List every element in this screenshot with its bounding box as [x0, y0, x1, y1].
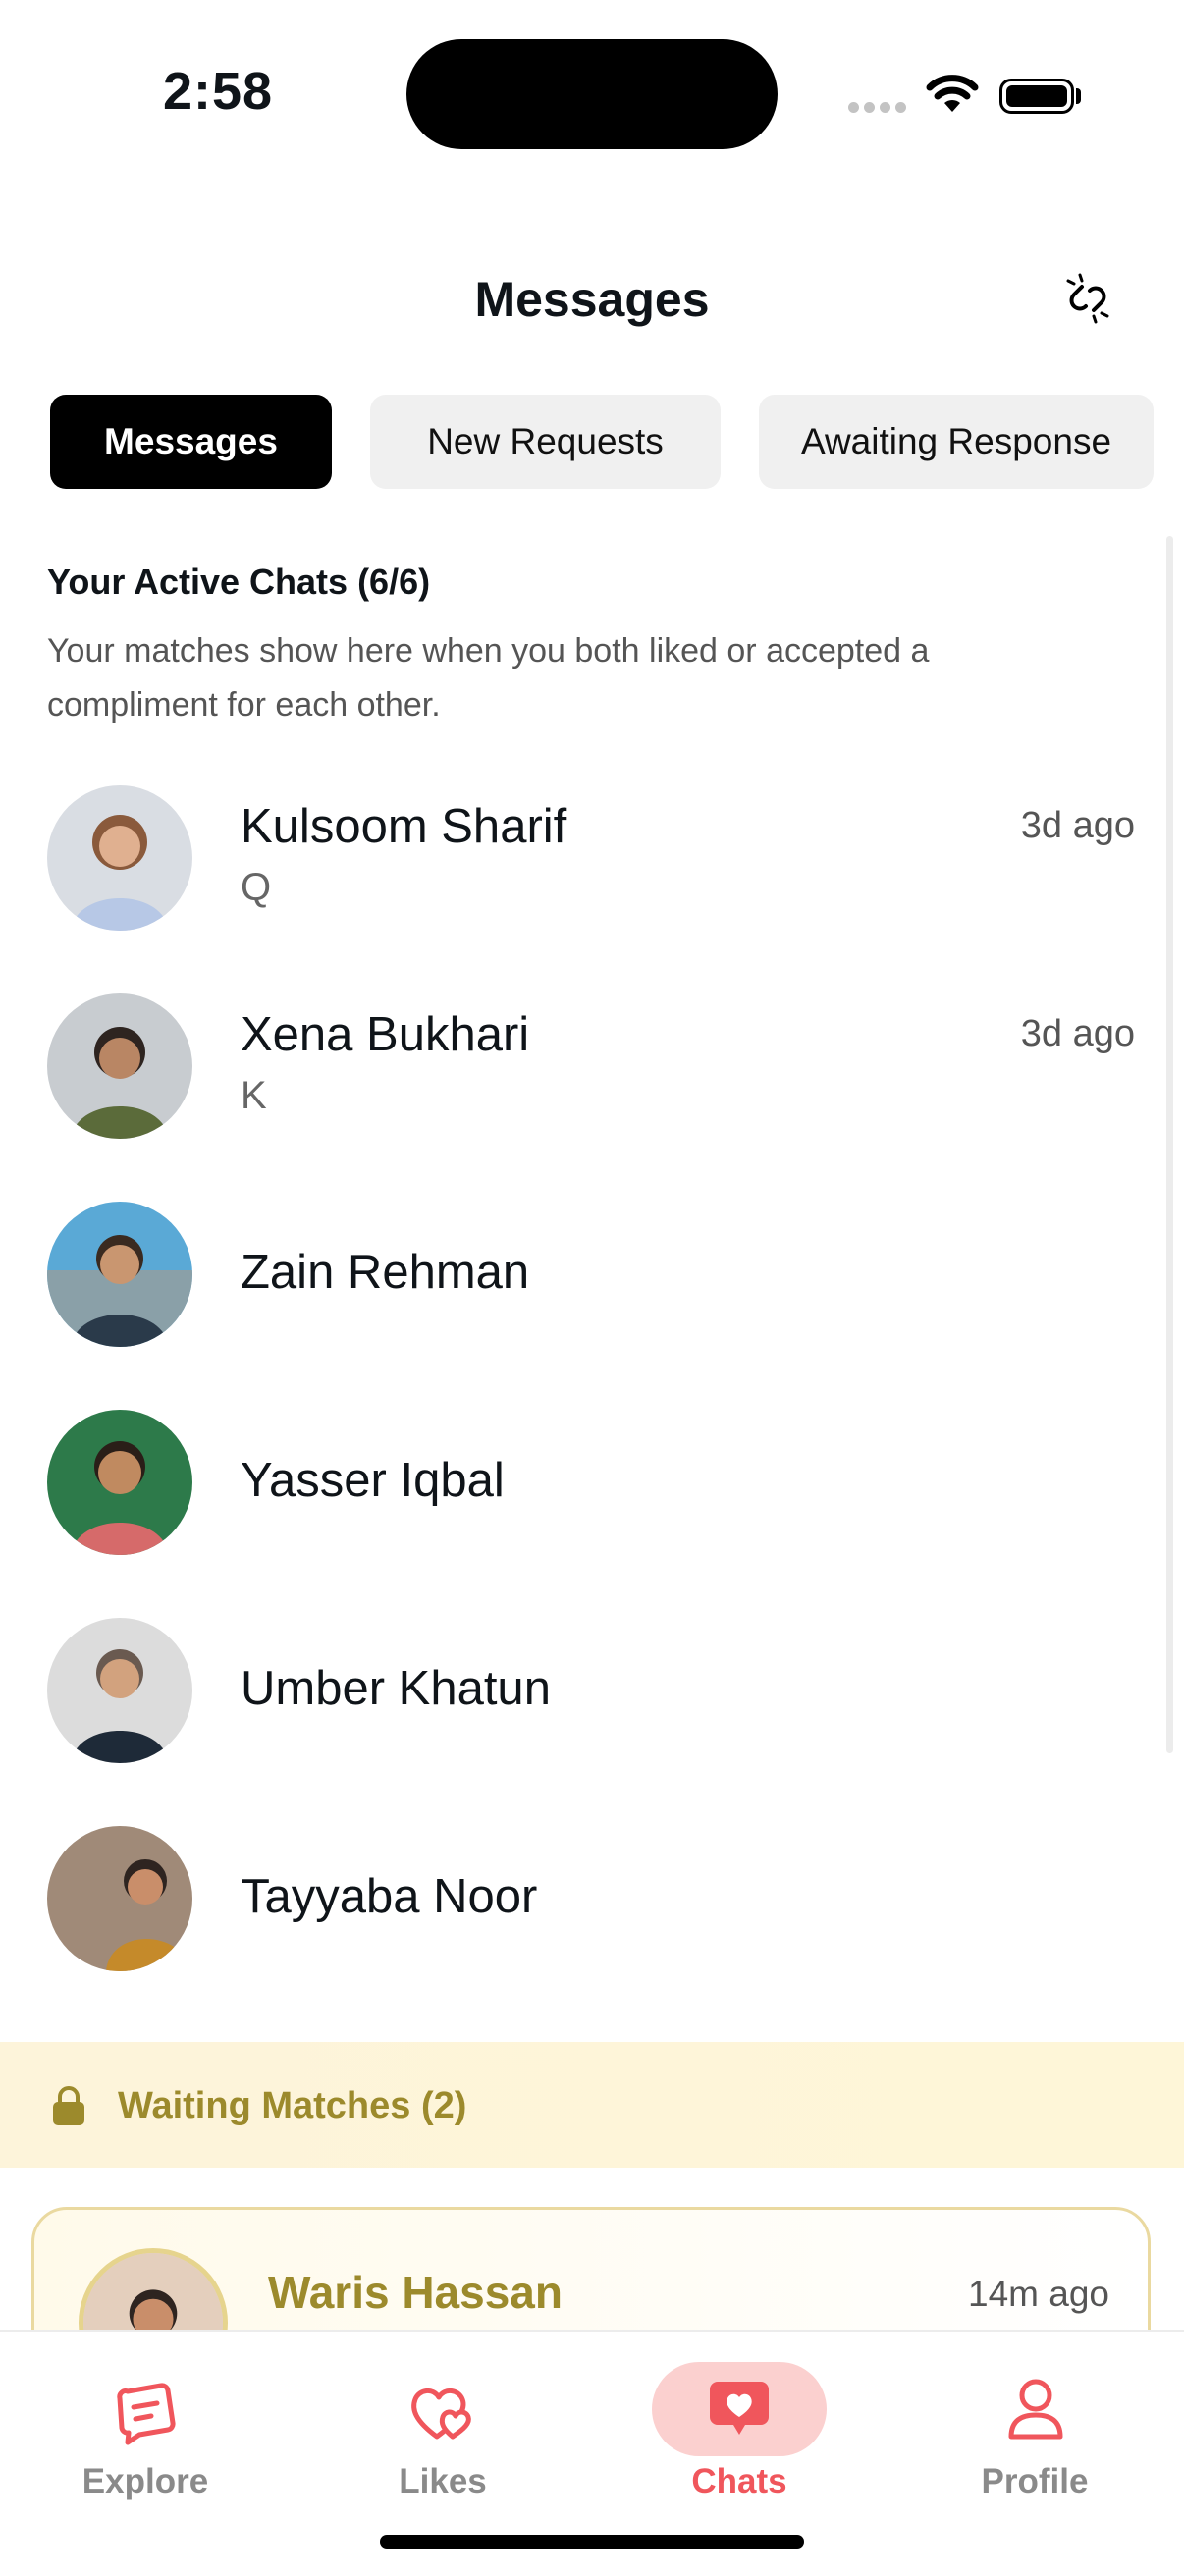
waiting-match-time: 14m ago: [968, 2274, 1109, 2314]
chat-name: Yasser Iqbal: [241, 1454, 505, 1507]
chat-time: 3d ago: [1020, 1013, 1135, 1054]
likes-icon: [411, 2388, 471, 2440]
avatar: [47, 1410, 192, 1555]
section-title: Your Active Chats (6/6): [47, 562, 431, 602]
waiting-matches-label: Waiting Matches (2): [118, 2085, 467, 2126]
home-indicator[interactable]: [380, 2535, 804, 2549]
chat-name: Kulsoom Sharif: [241, 800, 567, 853]
chat-last-message: K: [241, 1074, 267, 1117]
battery-cap: [1076, 88, 1081, 104]
page-title: Messages: [474, 272, 710, 327]
nav-likes-label: Likes: [399, 2462, 487, 2500]
chat-name: Tayyaba Noor: [241, 1870, 538, 1923]
battery-icon: [999, 79, 1074, 114]
chat-name: Umber Khatun: [241, 1662, 551, 1715]
nav-explore-label: Explore: [81, 2462, 209, 2500]
waiting-match-name: Waris Hassan: [268, 2267, 563, 2318]
chat-time: 3d ago: [1020, 805, 1135, 846]
avatar: [47, 1618, 192, 1763]
chat-row[interactable]: Umber Khatun: [0, 1618, 1184, 1804]
chat-row[interactable]: Yasser Iqbal: [0, 1410, 1184, 1596]
lock-icon: [53, 2086, 84, 2125]
avatar: [47, 993, 192, 1139]
chat-row[interactable]: Xena Bukhari K 3d ago: [0, 993, 1184, 1180]
avatar: [47, 785, 192, 931]
chat-name: Xena Bukhari: [241, 1008, 530, 1061]
tab-new-requests[interactable]: New Requests: [370, 395, 721, 489]
chat-row[interactable]: Kulsoom Sharif Q 3d ago: [0, 785, 1184, 972]
tab-awaiting-response[interactable]: Awaiting Response: [759, 395, 1154, 489]
avatar: [47, 1202, 192, 1347]
wifi-icon: [926, 75, 979, 112]
chat-row[interactable]: Tayyaba Noor: [0, 1826, 1184, 2012]
explore-icon: [117, 2383, 176, 2445]
nav-profile-label: Profile: [981, 2462, 1089, 2500]
chat-row[interactable]: Zain Rehman: [0, 1202, 1184, 1388]
chat-last-message: Q: [241, 866, 272, 909]
signal-icon: [848, 102, 906, 113]
status-time: 2:58: [163, 62, 274, 121]
dynamic-island: [406, 39, 778, 149]
profile-icon: [1008, 2379, 1063, 2440]
unlink-icon[interactable]: [1060, 271, 1115, 326]
nav-chats-label: Chats: [691, 2462, 787, 2500]
avatar: [47, 1826, 192, 1971]
chat-name: Zain Rehman: [241, 1246, 530, 1299]
chats-icon: [710, 2382, 769, 2435]
tab-messages[interactable]: Messages: [50, 395, 332, 489]
section-description: Your matches show here when you both lik…: [47, 632, 930, 724]
